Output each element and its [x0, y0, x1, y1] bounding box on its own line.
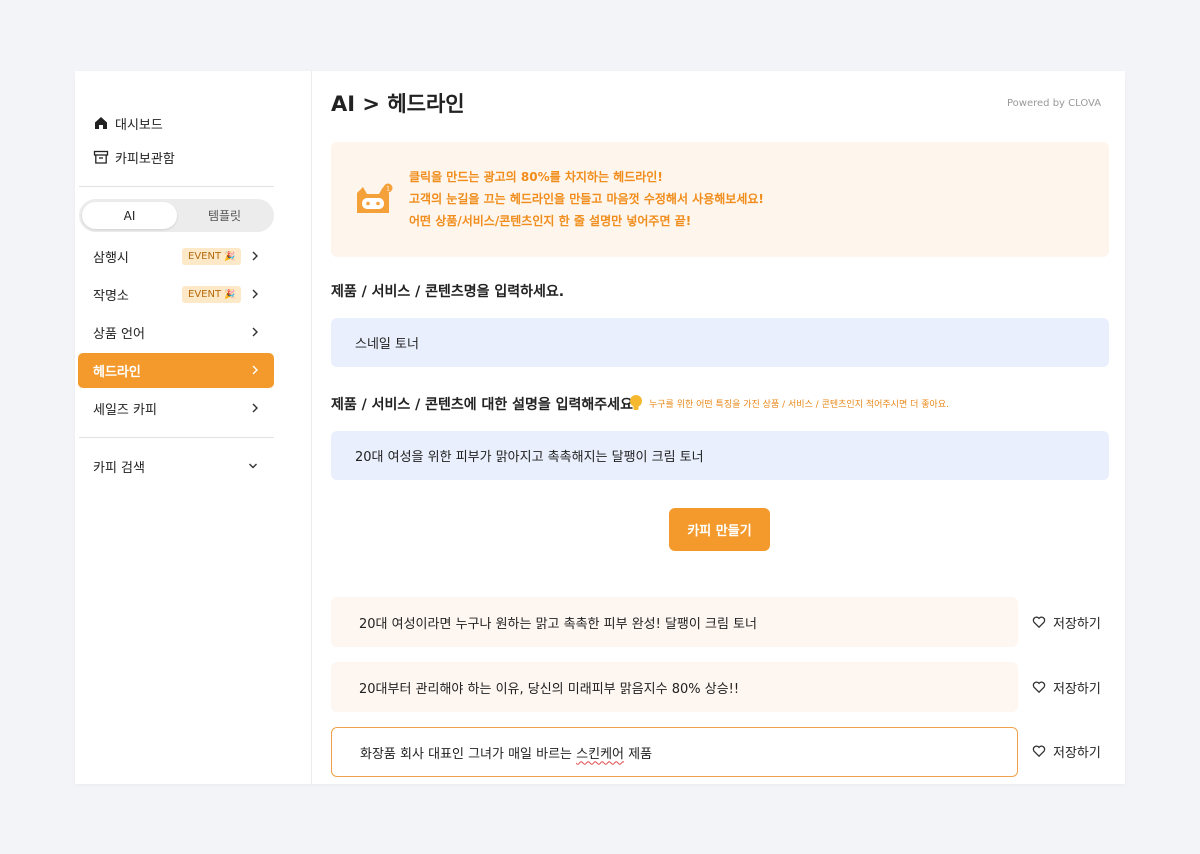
breadcrumb-parent[interactable]: AI: [331, 92, 355, 116]
menu-item-label: 헤드라인: [93, 365, 141, 380]
heart-icon: [1032, 616, 1046, 629]
event-badge: EVENT 🎉: [182, 286, 242, 303]
save-button[interactable]: 저장하기: [1032, 612, 1101, 632]
toggle-template[interactable]: 템플릿: [177, 202, 272, 229]
menu-item-label: 카피 검색: [93, 461, 145, 476]
chevron-right-icon: [252, 327, 258, 337]
result-item[interactable]: 20대부터 관리해야 하는 이유, 당신의 미래피부 맑음지수 80% 상승!!: [331, 662, 1018, 712]
svg-text:1: 1: [386, 186, 390, 193]
menu-item-label: 세일즈 카피: [93, 403, 157, 418]
description-input[interactable]: 20대 여성을 위한 피부가 맑아지고 촉촉해지는 달팽이 크림 토너: [331, 431, 1109, 480]
hint-text: 누구를 위한 어떤 특징을 가진 상품 / 서비스 / 콘텐츠인지 적어주시면 …: [649, 399, 949, 410]
result-text: 20대부터 관리해야 하는 이유, 당신의 미래피부 맑음지수 80% 상승!!: [359, 681, 740, 697]
product-name-label: 제품 / 서비스 / 콘텐츠명을 입력하세요.: [331, 284, 565, 300]
sidebar-item-copy-archive[interactable]: 카피보관함: [93, 146, 175, 168]
chevron-down-icon: [249, 463, 257, 469]
chevron-right-icon: [252, 251, 258, 261]
chevron-right-icon: [252, 403, 258, 413]
sidebar-item-label: 대시보드: [115, 117, 163, 133]
sidebar-divider: [79, 186, 274, 187]
toggle-ai[interactable]: AI: [82, 202, 177, 229]
info-banner: 1 클릭을 만드는 광고의 80%를 차지하는 헤드라인! 고객의 눈길을 끄는…: [331, 142, 1109, 257]
result-item-selected[interactable]: 화장품 회사 대표인 그녀가 매일 바르는 스킨케어 제품: [331, 727, 1018, 777]
result-text: 20대 여성이라면 누구나 원하는 맑고 촉촉한 피부 완성! 달팽이 크림 토…: [359, 616, 757, 632]
menu-item-label: 삼행시: [93, 251, 129, 266]
save-label: 저장하기: [1053, 681, 1101, 697]
save-label: 저장하기: [1053, 745, 1101, 761]
party-icon: 🎉: [224, 289, 236, 300]
sidebar: 대시보드 카피보관함 AI 템플릿 삼행시 EVENT 🎉 작명소 EVENT 🎉 …: [75, 71, 312, 784]
cat-mascot-icon: 1: [357, 183, 393, 213]
sidebar-item-headline[interactable]: 헤드라인: [78, 353, 274, 388]
sidebar-divider: [79, 437, 274, 438]
description-hint: 누구를 위한 어떤 특징을 가진 상품 / 서비스 / 콘텐츠인지 적어주시면 …: [628, 394, 949, 412]
sidebar-item-samhaengsi[interactable]: 삼행시 EVENT 🎉: [78, 239, 274, 274]
menu-item-label: 작명소: [93, 289, 129, 304]
breadcrumb-current: 헤드라인: [387, 92, 465, 116]
page-title: AI > 헤드라인: [331, 88, 465, 118]
sidebar-item-label: 카피보관함: [115, 151, 175, 167]
mode-toggle: AI 템플릿: [79, 199, 274, 232]
spellcheck-word: 스킨케어: [576, 746, 624, 762]
description-label: 제품 / 서비스 / 콘텐츠에 대한 설명을 입력해주세요.: [331, 397, 639, 413]
chevron-right-icon: [252, 289, 258, 299]
banner-line: 고객의 눈길을 끄는 헤드라인을 만들고 마음껏 수정해서 사용해보세요!: [409, 192, 764, 206]
sidebar-item-copy-search[interactable]: 카피 검색: [78, 449, 274, 484]
breadcrumb-separator: >: [362, 92, 380, 116]
party-icon: 🎉: [224, 251, 236, 262]
app-window: 대시보드 카피보관함 AI 템플릿 삼행시 EVENT 🎉 작명소 EVENT 🎉 …: [75, 71, 1125, 784]
archive-icon: [93, 150, 109, 164]
sidebar-item-jakmyeongso[interactable]: 작명소 EVENT 🎉: [78, 277, 274, 312]
event-badge: EVENT 🎉: [182, 248, 242, 265]
sidebar-item-product-language[interactable]: 상품 언어: [78, 315, 274, 350]
chevron-right-icon: [252, 365, 258, 375]
product-name-input[interactable]: 스네일 토너: [331, 318, 1109, 367]
heart-icon: [1032, 681, 1046, 694]
home-icon: [95, 117, 107, 129]
save-button[interactable]: 저장하기: [1032, 741, 1101, 761]
save-button[interactable]: 저장하기: [1032, 677, 1101, 697]
banner-line: 클릭을 만드는 광고의 80%를 차지하는 헤드라인!: [409, 170, 663, 184]
result-text[interactable]: 화장품 회사 대표인 그녀가 매일 바르는 스킨케어 제품: [360, 743, 652, 762]
banner-line: 어떤 상품/서비스/콘텐츠인지 한 줄 설명만 넣어주면 끝!: [409, 214, 692, 228]
sidebar-item-sales-copy[interactable]: 세일즈 카피: [78, 391, 274, 426]
product-name-value: 스네일 토너: [355, 337, 419, 352]
result-item[interactable]: 20대 여성이라면 누구나 원하는 맑고 촉촉한 피부 완성! 달팽이 크림 토…: [331, 597, 1018, 647]
description-value: 20대 여성을 위한 피부가 맑아지고 촉촉해지는 달팽이 크림 토너: [355, 450, 704, 465]
menu-item-label: 상품 언어: [93, 327, 145, 342]
save-label: 저장하기: [1053, 616, 1101, 632]
main-content: AI > 헤드라인 Powered by CLOVA 1 클릭을 만드는 광고의…: [312, 71, 1125, 784]
lightbulb-icon: [630, 395, 642, 410]
heart-icon: [1032, 745, 1046, 758]
sidebar-item-dashboard[interactable]: 대시보드: [93, 112, 163, 134]
make-copy-button[interactable]: 카피 만들기: [669, 508, 770, 551]
powered-by-label: Powered by CLOVA: [1007, 98, 1102, 109]
